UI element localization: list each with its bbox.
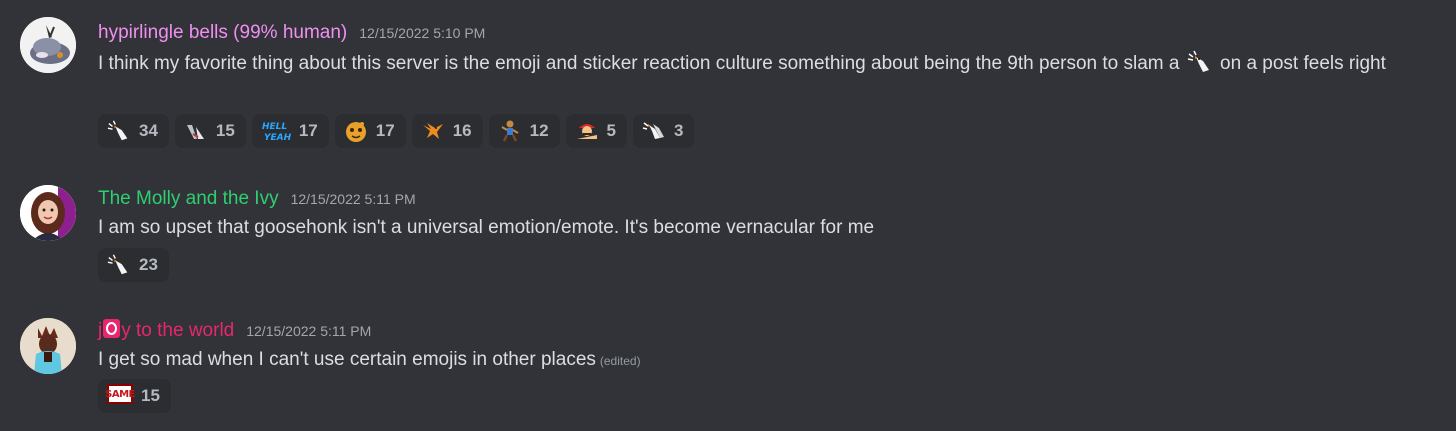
timestamp: 12/15/2022 5:11 PM xyxy=(290,191,416,207)
cookie-face-icon xyxy=(344,119,368,143)
message-text: I get so mad when I can't use certain em… xyxy=(98,349,596,370)
reaction-count: 17 xyxy=(298,121,318,140)
username[interactable]: j y to the world xyxy=(98,319,234,342)
reaction-count: 15 xyxy=(141,386,160,405)
shark-icon xyxy=(184,119,208,143)
reaction-same[interactable]: SAME 15 xyxy=(98,379,171,413)
o-button-icon xyxy=(103,319,121,338)
avatar-joy[interactable] xyxy=(20,318,76,374)
reaction-count: 15 xyxy=(215,121,235,140)
edited-label: (edited) xyxy=(599,354,641,368)
hell-yeah-icon: HELL YEAH xyxy=(261,119,292,143)
reaction-count: 3 xyxy=(674,121,684,140)
message-1: hypirlingle bells (99% human) 12/15/2022… xyxy=(0,0,1456,160)
reaction-count: 23 xyxy=(139,255,158,274)
message-text: I am so upset that goosehonk isn't a uni… xyxy=(98,217,875,238)
message-header: The Molly and the Ivy 12/15/2022 5:11 PM xyxy=(98,188,416,214)
reaction-count: 5 xyxy=(606,121,616,140)
reaction-mario[interactable]: 5 xyxy=(565,114,627,148)
avatar-molly[interactable] xyxy=(20,185,76,241)
avatar-hypirlingle[interactable] xyxy=(20,17,76,73)
reaction-orange-bird[interactable]: 16 xyxy=(411,114,483,148)
timestamp: 12/15/2022 5:11 PM xyxy=(246,323,372,339)
same-icon: SAME xyxy=(105,384,135,408)
username-part: j xyxy=(98,320,103,341)
reaction-cookie-face[interactable]: 17 xyxy=(334,114,406,148)
reactions-bar: 34 15 HELL YEAH 17 17 16 12 5 3 xyxy=(98,114,695,148)
message-content: I get so mad when I can't use certain em… xyxy=(98,345,1428,376)
goosehonk-icon xyxy=(1187,50,1213,74)
reaction-count: 34 xyxy=(139,121,158,140)
reactions-bar: 23 xyxy=(98,248,169,282)
mario-icon xyxy=(575,119,599,143)
username[interactable]: The Molly and the Ivy xyxy=(98,188,279,210)
orange-bird-icon xyxy=(421,119,445,143)
goosehonk-icon xyxy=(107,119,131,143)
message-text-continued: on a post feels right xyxy=(1220,53,1386,74)
username[interactable]: hypirlingle bells (99% human) xyxy=(98,22,347,44)
message-header: hypirlingle bells (99% human) 12/15/2022… xyxy=(98,22,485,48)
timestamp: 12/15/2022 5:10 PM xyxy=(359,25,486,41)
reactions-bar: SAME 15 xyxy=(98,379,171,413)
message-content: I am so upset that goosehonk isn't a uni… xyxy=(98,213,1428,243)
reaction-goosehonk[interactable]: 23 xyxy=(98,248,169,282)
username-part: y to the world xyxy=(121,320,235,341)
reaction-hell-yeah[interactable]: HELL YEAH 17 xyxy=(251,114,329,148)
reaction-dancing-figure[interactable]: 12 xyxy=(488,114,560,148)
reaction-goose-honks[interactable]: 3 xyxy=(633,114,695,148)
reaction-count: 17 xyxy=(375,121,395,140)
message-3: j y to the world 12/15/2022 5:11 PM I get… xyxy=(0,290,1456,431)
dancing-figure-icon xyxy=(498,119,522,143)
svg-text:HELL: HELL xyxy=(262,122,287,132)
message-text: I think my favorite thing about this ser… xyxy=(98,53,1180,74)
reaction-goosehonk[interactable]: 34 xyxy=(98,114,169,148)
same-label: SAME xyxy=(105,384,135,404)
message-content: I think my favorite thing about this ser… xyxy=(98,49,1428,79)
message-2: The Molly and the Ivy 12/15/2022 5:11 PM… xyxy=(0,160,1456,290)
goosehonk-icon xyxy=(107,253,131,277)
goose-honks-icon xyxy=(642,119,666,143)
message-header: j y to the world 12/15/2022 5:11 PM xyxy=(98,319,371,345)
svg-text:YEAH: YEAH xyxy=(264,133,291,143)
reaction-count: 16 xyxy=(452,121,472,140)
reaction-shark[interactable]: 15 xyxy=(174,114,246,148)
reaction-count: 12 xyxy=(529,121,549,140)
